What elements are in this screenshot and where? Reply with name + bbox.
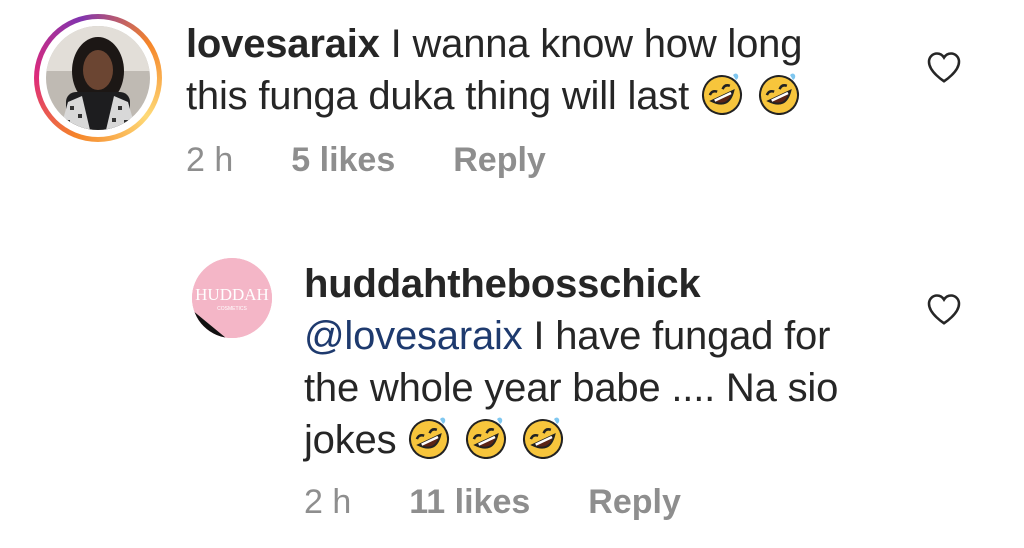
timestamp: 2 h [304,482,352,521]
heart-outline-icon[interactable] [926,292,962,326]
comment-body-line2: this funga duka thing will last [186,74,689,118]
heart-outline-icon[interactable] [926,50,962,84]
mention-link[interactable]: @lovesaraix [304,314,523,358]
likes-count[interactable]: 5 likes [291,141,395,180]
reply-button[interactable]: Reply [453,141,546,180]
timestamp: 2 h [186,140,234,179]
comment-meta: 2 h 11 likes Reply [304,480,681,524]
avatar[interactable] [46,26,150,130]
comment-body-line1: I have fungad for [533,314,831,358]
username[interactable]: huddahthebosschick [304,262,701,306]
rolling-on-floor-laughing-emoji [523,417,564,459]
avatar-brand-subtext: COSMETICS [217,306,247,312]
comment-text: huddahthebosschick @lovesaraix I have fu… [304,258,924,466]
avatar-brand-text: HUDDAH [195,285,269,304]
comment-body-line2: the whole year babe .... Na sio [304,366,839,410]
comment-body-line1: I wanna know how long [390,22,803,66]
comment-meta: 2 h 5 likes Reply [186,138,546,182]
rolling-on-floor-laughing-emoji [758,73,799,115]
comment-body-line3: jokes [304,418,397,462]
comment-text: lovesaraix I wanna know how long this fu… [186,18,886,122]
reply-button[interactable]: Reply [588,483,681,522]
rolling-on-floor-laughing-emoji [466,417,507,459]
story-ring[interactable] [34,14,162,142]
brand-logo: HUDDAH COSMETICS [192,258,272,338]
avatar-photo [46,26,150,130]
comments-screen: lovesaraix I wanna know how long this fu… [0,0,1024,548]
likes-count[interactable]: 11 likes [409,483,530,522]
rolling-on-floor-laughing-emoji [701,73,742,115]
username[interactable]: lovesaraix [186,22,380,66]
avatar[interactable]: HUDDAH COSMETICS [192,258,272,338]
rolling-on-floor-laughing-emoji [409,417,450,459]
